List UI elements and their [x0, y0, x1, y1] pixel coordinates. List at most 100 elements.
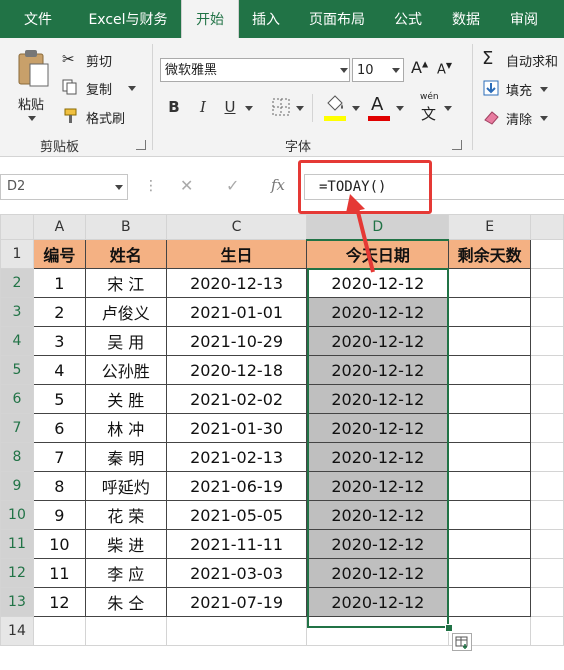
- tab-home[interactable]: 开始: [181, 0, 239, 38]
- cell[interactable]: 2021-01-30: [165, 413, 308, 443]
- cell[interactable]: [530, 616, 564, 646]
- cut-button[interactable]: ✂ 剪切: [62, 50, 152, 70]
- fill-color-button[interactable]: [322, 94, 348, 124]
- row-header[interactable]: 7: [0, 413, 34, 443]
- cell[interactable]: 2020-12-12: [306, 326, 450, 356]
- column-header[interactable]: [530, 214, 564, 240]
- cell[interactable]: [306, 616, 450, 646]
- cell[interactable]: [165, 616, 308, 646]
- autosum-button[interactable]: Σ 自动求和: [482, 48, 564, 70]
- tab-review[interactable]: 审阅: [496, 0, 552, 38]
- underline-button[interactable]: U: [219, 96, 241, 118]
- clipboard-launcher-icon[interactable]: [136, 140, 146, 150]
- cell[interactable]: 柴 进: [84, 529, 167, 559]
- row-header[interactable]: 2: [0, 268, 34, 298]
- tab-data[interactable]: 数据: [436, 0, 496, 38]
- cell[interactable]: [448, 442, 532, 472]
- cell[interactable]: 2021-02-13: [165, 442, 308, 472]
- cell[interactable]: [530, 471, 564, 501]
- cell[interactable]: [530, 587, 564, 617]
- cell[interactable]: [448, 529, 532, 559]
- column-header[interactable]: E: [448, 214, 532, 240]
- row-header[interactable]: 13: [0, 587, 34, 617]
- fill-button[interactable]: 填充: [482, 79, 564, 99]
- paste-button[interactable]: 粘贴: [8, 46, 56, 126]
- name-box[interactable]: D2: [0, 174, 128, 200]
- column-header[interactable]: B: [84, 214, 167, 240]
- cell[interactable]: [448, 268, 532, 298]
- header-cell[interactable]: 剩余天数: [448, 239, 532, 269]
- cell[interactable]: [448, 500, 532, 530]
- fill-handle[interactable]: [445, 624, 453, 632]
- cell[interactable]: 吴 用: [84, 326, 167, 356]
- cell[interactable]: [448, 587, 532, 617]
- font-name-select[interactable]: 微软雅黑: [160, 58, 350, 82]
- cell[interactable]: [530, 529, 564, 559]
- italic-button[interactable]: I: [192, 96, 214, 118]
- cell[interactable]: 1: [32, 268, 86, 298]
- cell[interactable]: 9: [32, 500, 86, 530]
- cell[interactable]: 2021-03-03: [165, 558, 308, 588]
- cell[interactable]: [530, 442, 564, 472]
- cell[interactable]: 花 荣: [84, 500, 167, 530]
- cell[interactable]: 2020-12-12: [306, 297, 450, 327]
- cell[interactable]: 2021-11-11: [165, 529, 308, 559]
- enter-icon[interactable]: ✓: [226, 176, 239, 195]
- cell[interactable]: 2020-12-13: [165, 268, 308, 298]
- cell[interactable]: 8: [32, 471, 86, 501]
- cell[interactable]: 2020-12-12: [306, 529, 450, 559]
- header-cell[interactable]: 今天日期: [306, 239, 450, 269]
- cancel-icon[interactable]: ✕: [180, 176, 193, 195]
- header-cell[interactable]: 编号: [32, 239, 86, 269]
- cell[interactable]: [448, 355, 532, 385]
- cell[interactable]: [530, 239, 564, 269]
- column-header[interactable]: A: [32, 214, 86, 240]
- row-header[interactable]: 11: [0, 529, 34, 559]
- bold-button[interactable]: B: [163, 96, 185, 118]
- font-color-button[interactable]: A: [366, 94, 392, 124]
- cell[interactable]: [448, 297, 532, 327]
- cell[interactable]: 李 应: [84, 558, 167, 588]
- cell[interactable]: 2021-05-05: [165, 500, 308, 530]
- column-header[interactable]: D: [306, 214, 450, 241]
- phonetic-button[interactable]: wén 文: [416, 92, 442, 124]
- cell[interactable]: 4: [32, 355, 86, 385]
- cell[interactable]: 7: [32, 442, 86, 472]
- row-header[interactable]: 4: [0, 326, 34, 356]
- cell[interactable]: 2020-12-12: [306, 442, 450, 472]
- cell[interactable]: [448, 384, 532, 414]
- tab-formulas[interactable]: 公式: [380, 0, 436, 38]
- cell[interactable]: 2020-12-12: [306, 587, 450, 617]
- cell[interactable]: 3: [32, 326, 86, 356]
- cell[interactable]: [448, 326, 532, 356]
- cell[interactable]: 2: [32, 297, 86, 327]
- cell[interactable]: 2021-07-19: [165, 587, 308, 617]
- cell[interactable]: [448, 558, 532, 588]
- format-painter-button[interactable]: 格式刷: [62, 107, 152, 127]
- increase-font-icon[interactable]: A▲: [411, 58, 428, 77]
- cell[interactable]: [530, 355, 564, 385]
- cell[interactable]: 公孙胜: [84, 355, 167, 385]
- row-header[interactable]: 14: [0, 616, 34, 646]
- cell[interactable]: 10: [32, 529, 86, 559]
- cell[interactable]: 2020-12-12: [306, 355, 450, 385]
- cell[interactable]: [448, 413, 532, 443]
- cell[interactable]: 2021-01-01: [165, 297, 308, 327]
- cell[interactable]: 2020-12-12: [306, 558, 450, 588]
- column-header[interactable]: C: [165, 214, 308, 240]
- cell[interactable]: 林 冲: [84, 413, 167, 443]
- cell[interactable]: [530, 384, 564, 414]
- header-cell[interactable]: 姓名: [84, 239, 167, 269]
- font-launcher-icon[interactable]: [452, 140, 462, 150]
- cell[interactable]: 11: [32, 558, 86, 588]
- cell[interactable]: 2021-02-02: [165, 384, 308, 414]
- cell[interactable]: 2020-12-12: [306, 471, 450, 501]
- cell[interactable]: [32, 616, 86, 646]
- row-header[interactable]: 9: [0, 471, 34, 501]
- select-all-corner[interactable]: [0, 214, 34, 240]
- tab-file[interactable]: 文件: [0, 0, 76, 38]
- row-header[interactable]: 3: [0, 297, 34, 327]
- copy-button[interactable]: 复制: [62, 78, 152, 98]
- row-header[interactable]: 1: [0, 239, 34, 269]
- cell[interactable]: [530, 558, 564, 588]
